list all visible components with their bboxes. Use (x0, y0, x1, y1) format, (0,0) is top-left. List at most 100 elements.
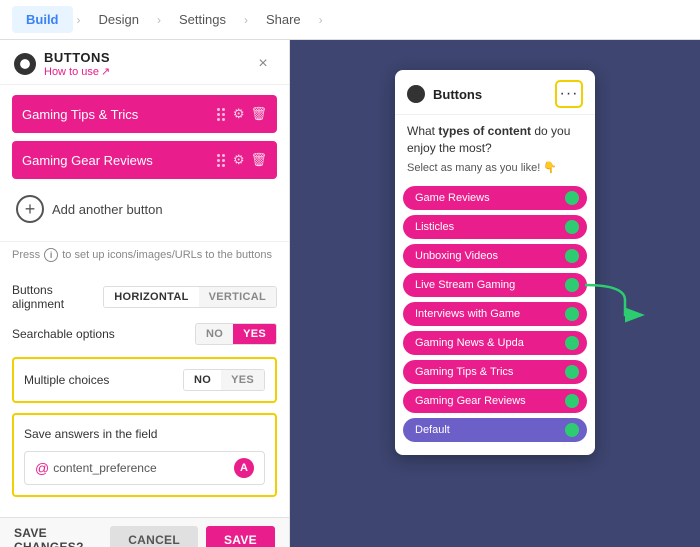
option-gaming-tips[interactable]: Gaming Tips & Trics (403, 360, 587, 384)
add-button-label: Add another button (52, 202, 163, 217)
dot (222, 154, 225, 157)
close-button[interactable]: × (251, 52, 275, 76)
header-title-area: BUTTONS How to use ↗ (44, 50, 251, 78)
arrow-connector (585, 275, 665, 325)
nav-sep-1: › (77, 13, 81, 27)
button-label-1: Gaming Tips & Trics (22, 107, 217, 122)
main-layout: BUTTONS How to use ↗ × Gaming Tips & Tri… (0, 40, 700, 547)
alignment-row: Buttons alignment HORIZONTAL VERTICAL (12, 283, 277, 311)
dot (217, 154, 220, 157)
nav-sep-3: › (244, 13, 248, 27)
dot (222, 118, 225, 121)
widget-card: Buttons ··· What types of content do you… (395, 70, 595, 455)
header-icon (14, 53, 36, 75)
drag-handle-1[interactable] (217, 108, 225, 121)
option-gaming-news[interactable]: Gaming News & Upda (403, 331, 587, 355)
widget-header: Buttons ··· (395, 70, 595, 115)
field-input[interactable]: @ content_preference A (24, 451, 265, 485)
option-label: Gaming Gear Reviews (415, 395, 565, 407)
button-list: Gaming Tips & Trics ⚙ 🗑 Gaming Gear Rev (0, 85, 289, 241)
button-item-1[interactable]: Gaming Tips & Trics ⚙ 🗑 (12, 95, 277, 133)
add-icon: + (16, 195, 44, 223)
save-answers-label: Save answers in the field (24, 427, 157, 441)
dot (217, 113, 220, 116)
option-gaming-gear[interactable]: Gaming Gear Reviews (403, 389, 587, 413)
option-dot (565, 249, 579, 263)
widget-menu-button[interactable]: ··· (555, 80, 583, 108)
panel-title: BUTTONS (44, 50, 251, 65)
gear-icon-1[interactable]: ⚙ (233, 106, 245, 122)
searchable-yes[interactable]: YES (233, 324, 276, 344)
option-default[interactable]: Default (403, 418, 587, 442)
widget-sub: Select as many as you like! 👇 (395, 159, 595, 182)
option-game-reviews[interactable]: Game Reviews (403, 186, 587, 210)
dot (217, 118, 220, 121)
multiple-choices-no[interactable]: NO (184, 370, 221, 390)
bottom-bar: SAVE CHANGES? CANCEL SAVE (0, 517, 289, 547)
dot (222, 108, 225, 111)
drag-handle-2[interactable] (217, 154, 225, 167)
searchable-label: Searchable options (12, 327, 195, 341)
option-label: Unboxing Videos (415, 250, 565, 262)
alignment-horizontal[interactable]: HORIZONTAL (104, 287, 198, 307)
gear-icon-2[interactable]: ⚙ (233, 152, 245, 168)
at-symbol: @ (35, 460, 49, 476)
hint-icon: i (44, 248, 58, 262)
multiple-choices-label: Multiple choices (24, 373, 183, 387)
trash-icon-1[interactable]: 🗑 (250, 106, 267, 122)
save-answers-box: Save answers in the field @ content_pref… (12, 413, 277, 497)
button-actions-1: ⚙ 🗑 (217, 106, 267, 122)
option-label: Listicles (415, 221, 565, 233)
option-dot (565, 365, 579, 379)
option-label: Live Stream Gaming (415, 279, 565, 291)
nav-sep-2: › (157, 13, 161, 27)
dot (217, 108, 220, 111)
nav-sep-4: › (319, 13, 323, 27)
option-dot (565, 191, 579, 205)
option-label: Gaming News & Upda (415, 337, 565, 349)
field-badge: A (234, 458, 254, 478)
option-label: Interviews with Game (415, 308, 565, 320)
option-interviews[interactable]: Interviews with Game (403, 302, 587, 326)
cancel-button[interactable]: CANCEL (110, 526, 198, 547)
tab-settings[interactable]: Settings (165, 6, 240, 33)
option-dot (565, 394, 579, 408)
option-unboxing[interactable]: Unboxing Videos (403, 244, 587, 268)
option-dot (565, 307, 579, 321)
searchable-no[interactable]: NO (196, 324, 233, 344)
searchable-row: Searchable options NO YES (12, 323, 277, 345)
panel-header: BUTTONS How to use ↗ × (0, 40, 289, 85)
option-listicles[interactable]: Listicles (403, 215, 587, 239)
right-panel: Buttons ··· What types of content do you… (290, 40, 700, 547)
button-actions-2: ⚙ 🗑 (217, 152, 267, 168)
widget-question: What types of content do you enjoy the m… (395, 115, 595, 159)
settings-area: Buttons alignment HORIZONTAL VERTICAL Se… (0, 273, 289, 517)
tab-share[interactable]: Share (252, 6, 315, 33)
how-to-use-link[interactable]: How to use ↗ (44, 65, 251, 78)
dot (222, 159, 225, 162)
multiple-choices-row: Multiple choices NO YES (24, 369, 265, 391)
option-dot (565, 278, 579, 292)
button-item-2[interactable]: Gaming Gear Reviews ⚙ 🗑 (12, 141, 277, 179)
trash-icon-2[interactable]: 🗑 (250, 152, 267, 168)
option-label: Game Reviews (415, 192, 565, 204)
top-nav: Build › Design › Settings › Share › (0, 0, 700, 40)
tab-build[interactable]: Build (12, 6, 73, 33)
add-button-row[interactable]: + Add another button (12, 187, 277, 231)
multiple-choices-toggle: NO YES (183, 369, 265, 391)
multiple-choices-box: Multiple choices NO YES (12, 357, 277, 403)
alignment-toggle: HORIZONTAL VERTICAL (103, 286, 277, 308)
hint-text: Press i to set up icons/images/URLs to t… (0, 241, 289, 273)
option-dot (565, 220, 579, 234)
option-dot (565, 336, 579, 350)
option-dot (565, 423, 579, 437)
option-live-stream[interactable]: Live Stream Gaming (403, 273, 587, 297)
multiple-choices-yes[interactable]: YES (221, 370, 264, 390)
button-label-2: Gaming Gear Reviews (22, 153, 217, 168)
alignment-label: Buttons alignment (12, 283, 103, 311)
alignment-vertical[interactable]: VERTICAL (199, 287, 276, 307)
tab-design[interactable]: Design (85, 6, 153, 33)
save-button[interactable]: SAVE (206, 526, 275, 547)
save-changes-label: SAVE CHANGES? (14, 526, 110, 547)
dot (222, 113, 225, 116)
